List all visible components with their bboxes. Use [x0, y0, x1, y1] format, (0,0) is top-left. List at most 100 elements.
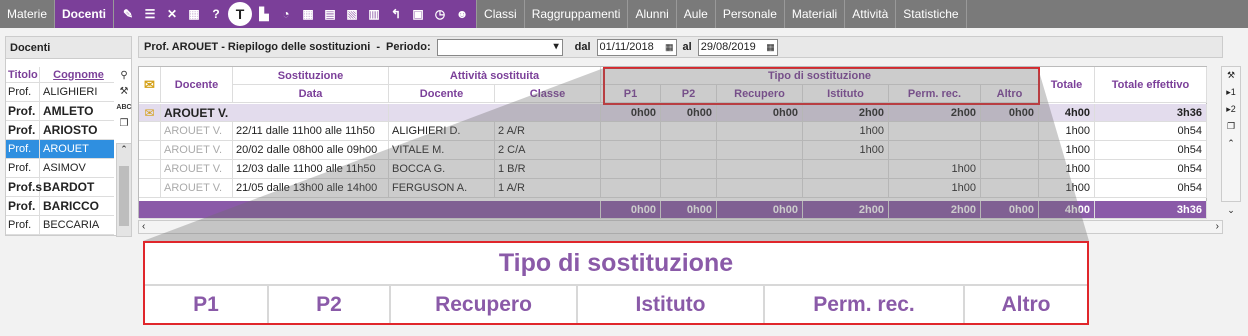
wrench-icon[interactable]: ⚒: [115, 83, 133, 99]
question-icon[interactable]: ?: [206, 4, 226, 24]
grid-x2-icon[interactable]: ▧: [342, 4, 362, 24]
copy-icon[interactable]: ❐: [115, 115, 133, 131]
sort-level-2-button[interactable]: ▸2: [1222, 101, 1240, 118]
titolo-cell: Prof.: [6, 83, 40, 101]
row-docente2[interactable]: ALIGHIERI D.: [389, 122, 495, 141]
list-item[interactable]: Prof. AMLETO: [6, 102, 114, 121]
menu-alunni[interactable]: Alunni: [628, 0, 677, 28]
horizontal-scrollbar[interactable]: ‹ ›: [138, 220, 1223, 234]
menu-materiali[interactable]: Materiali: [785, 0, 846, 28]
row-docente[interactable]: AROUET V.: [161, 141, 233, 160]
menu-classi[interactable]: Classi: [477, 0, 525, 28]
copy-icon[interactable]: ❐: [1222, 118, 1240, 135]
search-icon[interactable]: ⚲: [115, 67, 133, 83]
menu-attivita[interactable]: Attività: [845, 0, 897, 28]
scroll-up-icon[interactable]: ⌃: [1222, 135, 1240, 152]
row-data[interactable]: 12/03 dalle 11h00 alle 11h50: [233, 160, 389, 179]
row-docente2[interactable]: VITALE M.: [389, 141, 495, 160]
list-icon[interactable]: ☰: [140, 4, 160, 24]
header-data[interactable]: Data: [233, 85, 389, 103]
periodo-select[interactable]: [436, 38, 563, 56]
row-data[interactable]: 21/05 dalle 13h00 alle 14h00: [233, 179, 389, 198]
building-icon[interactable]: ▙: [254, 4, 274, 24]
header-totale-effettivo[interactable]: Totale effettivo: [1095, 67, 1207, 103]
scroll-left-icon[interactable]: ‹: [142, 221, 145, 232]
envelope-icon[interactable]: ✉: [139, 104, 161, 122]
row-docente[interactable]: AROUET V.: [161, 122, 233, 141]
menu-aule[interactable]: Aule: [677, 0, 716, 28]
building-clock-icon[interactable]: ◔: [276, 4, 296, 24]
menu-docenti[interactable]: Docenti: [55, 0, 115, 28]
dal-date-field[interactable]: 01/11/2018 ▦: [596, 38, 677, 56]
cognome-cell: AMLETO: [43, 104, 94, 118]
header-classe[interactable]: Classe: [495, 85, 601, 103]
header-docente[interactable]: Docente: [161, 67, 233, 103]
list-item[interactable]: Prof.s BARDOT: [6, 178, 114, 197]
row-classe[interactable]: 1 A/R: [495, 179, 601, 198]
col-cognome-header[interactable]: Cognome: [40, 67, 114, 82]
list-item[interactable]: Prof. ASIMOV: [6, 159, 114, 178]
grid-question-icon[interactable]: ▦: [184, 4, 204, 24]
docenti-list: Titolo Cognome Prof. ALIGHIERI Prof. AMLET…: [6, 67, 114, 235]
row-data[interactable]: 22/11 dalle 11h00 alle 11h50: [233, 122, 389, 141]
scroll-thumb[interactable]: [119, 166, 129, 226]
scroll-right-icon[interactable]: ›: [1216, 221, 1219, 232]
menu-materie[interactable]: Materie: [0, 0, 56, 28]
list-item[interactable]: Prof. ARIOSTO: [6, 121, 114, 140]
group-p2: 0h00: [661, 104, 717, 122]
grid-icon[interactable]: ▦: [298, 4, 318, 24]
row-docente2[interactable]: BOCCA G.: [389, 160, 495, 179]
row-spacer: [139, 122, 161, 141]
menu-personale[interactable]: Personale: [716, 0, 785, 28]
list-item[interactable]: Prof. BARICCO: [6, 197, 114, 216]
grid-x-icon[interactable]: ▤: [320, 4, 340, 24]
calendar-icon[interactable]: ▦: [665, 42, 676, 53]
row-classe[interactable]: 2 A/R: [495, 122, 601, 141]
list-header: Titolo Cognome: [6, 67, 114, 83]
row-docente[interactable]: AROUET V.: [161, 160, 233, 179]
list-item[interactable]: Prof. ALIGHIERI: [6, 83, 114, 102]
group-docente[interactable]: AROUET V.: [161, 104, 389, 122]
list-scrollbar[interactable]: ⌃: [116, 143, 132, 237]
row-p1: [601, 179, 661, 198]
t-circle-icon[interactable]: T: [228, 2, 253, 26]
total-totale-eff: 3h36: [1095, 201, 1207, 219]
list-item-selected[interactable]: Prof. AROUET: [6, 140, 114, 159]
table-icon[interactable]: ▥: [364, 4, 384, 24]
t-arrow-icon[interactable]: ↰: [386, 4, 406, 24]
total-p1: 0h00: [601, 201, 661, 219]
envelope-icon[interactable]: ✉: [139, 67, 161, 103]
menu-statistiche[interactable]: Statistiche: [896, 0, 967, 28]
cognome-cell: BECCARIA: [43, 219, 100, 231]
header-docente-sost[interactable]: Docente: [389, 85, 495, 103]
list-item[interactable]: Prof. BECCARIA: [6, 216, 114, 235]
highlight-box: [603, 67, 1040, 105]
scroll-up-icon[interactable]: ⌃: [117, 144, 131, 155]
sort-level-1-button[interactable]: ▸1: [1222, 84, 1240, 101]
row-classe[interactable]: 1 B/R: [495, 160, 601, 179]
chat-clock-icon[interactable]: ◷: [430, 4, 450, 24]
header-totale[interactable]: Totale: [1039, 67, 1095, 103]
abc-sort-icon[interactable]: ABC: [115, 99, 133, 115]
row-p1: [601, 122, 661, 141]
al-date-field[interactable]: 29/08/2019 ▦: [697, 38, 778, 56]
row-data[interactable]: 20/02 dalle 08h00 alle 09h00: [233, 141, 389, 160]
wrench-icon[interactable]: ⚒: [1222, 67, 1240, 84]
row-perm: 1h00: [889, 179, 981, 198]
person-question-icon[interactable]: ☻: [452, 4, 472, 24]
dal-date-value: 01/11/2018: [599, 41, 654, 53]
row-classe[interactable]: 2 C/A: [495, 141, 601, 160]
cognome-cell: BARDOT: [43, 180, 95, 194]
menu-raggruppamenti[interactable]: Raggruppamenti: [525, 0, 629, 28]
scroll-down-icon[interactable]: ⌄: [1222, 202, 1240, 219]
one-box-icon[interactable]: ▣: [408, 4, 428, 24]
row-docente[interactable]: AROUET V.: [161, 179, 233, 198]
titolo-cell: Prof.: [6, 102, 40, 120]
row-docente2[interactable]: FERGUSON A.: [389, 179, 495, 198]
edit-list-icon[interactable]: ✎: [118, 4, 138, 24]
calendar-icon[interactable]: ▦: [766, 42, 777, 53]
tools-icon[interactable]: ✕: [162, 4, 182, 24]
col-titolo-header[interactable]: Titolo: [6, 67, 40, 82]
row-p2: [661, 160, 717, 179]
titolo-cell: Prof.s: [8, 178, 43, 196]
